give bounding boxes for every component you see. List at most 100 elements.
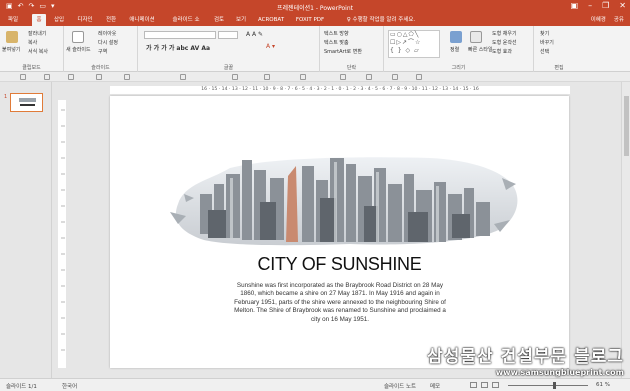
font-group-label: 글꼴 [223,65,234,71]
cut-button[interactable]: 잘라내기 [28,30,46,37]
toolbar-icon-9[interactable] [300,74,306,80]
new-slide-button[interactable]: 새 슬라이드 [66,46,91,53]
watermark-title: 삼성물산 건설부문 블로그 [427,347,624,367]
toolbar-icon-11[interactable] [366,74,372,80]
font-size-field[interactable] [218,31,238,39]
shape-fill-button[interactable]: 도형 채우기 [492,30,517,37]
toolbar-icon-5[interactable] [124,74,130,80]
section-button[interactable]: 구역 [98,48,107,55]
drawing-group: ▭○△⬠╲ ☐▷↗⌒☆{ } ◇ ▱ 정렬 빠른 스타일 도형 채우기 도형 윤곽… [384,26,534,72]
toolbar-icon-3[interactable] [68,74,74,80]
close-icon[interactable]: ✕ [619,1,626,10]
quick-styles-button[interactable]: 빠른 스타일 [468,46,493,53]
select-button[interactable]: 선택 [540,48,549,55]
text-direction-button[interactable]: 텍스트 방향 [324,30,349,37]
toolbar-icon-4[interactable] [96,74,102,80]
tab-view[interactable]: 보기 [234,14,248,26]
font-size-controls-icon[interactable]: A A ✎ [246,31,263,38]
slide-canvas[interactable]: CITY OF SUNSHINE Sunshine was first inco… [110,96,569,368]
slide-thumbnail-pane: 1 [0,82,52,378]
editing-group-label: 편집 [554,65,564,71]
paragraph-group: 텍스트 방향 텍스트 맞춤 SmartArt로 변환 단락 [320,26,384,72]
paste-icon[interactable] [6,31,18,43]
slides-group: 새 슬라이드 레이아웃 다시 설정 구역 슬라이드 [64,26,138,72]
toolbar-icon-8[interactable] [264,74,270,80]
user-area: 이혜경 공유 [591,14,624,26]
tab-review[interactable]: 검토 [212,14,226,26]
slide-thumbnail[interactable] [10,93,43,112]
tab-transitions[interactable]: 전환 [104,14,118,26]
clipboard-group: 붙여넣기 잘라내기 복사 서식 복사 클립보드 [0,26,64,72]
thumbnail-number: 1 [4,94,8,100]
font-color-icon[interactable]: A ▾ [266,43,275,50]
tab-foxit-pdf[interactable]: FOXIT PDF [294,14,326,26]
horizontal-ruler: 16 · 15 · 14 · 13 · 12 · 11 · 10 · 9 · 8… [110,86,570,94]
zoom-level[interactable]: 61 % [596,382,610,388]
drawing-group-label: 그리기 [451,65,466,71]
clipboard-group-label: 클립보드 [22,65,41,71]
share-button[interactable]: 공유 [614,14,624,26]
title-bar: ▣ ↶ ↷ ▭ ▾ 프레젠테이션1 - PowerPoint ▣ – ❐ ✕ [0,0,630,14]
arrange-icon[interactable] [450,31,462,43]
format-painter-button[interactable]: 서식 복사 [28,48,48,55]
restore-icon[interactable]: ❐ [602,1,609,10]
reset-button[interactable]: 다시 설정 [98,39,118,46]
toolbar-icon-7[interactable] [232,74,238,80]
toolbar-icon-2[interactable] [44,74,50,80]
shape-effects-button[interactable]: 도형 효과 [492,48,512,55]
notes-button[interactable]: 슬라이드 노트 [384,382,416,390]
find-button[interactable]: 찾기 [540,30,549,37]
reading-view-icon[interactable] [492,382,499,388]
copy-button[interactable]: 복사 [28,39,37,46]
thumbnail-image [19,98,36,102]
vertical-scrollbar[interactable] [621,82,630,378]
tab-acrobat[interactable]: ACROBAT [256,14,286,26]
tab-design[interactable]: 디자인 [74,14,96,26]
thumbnail-title-line [20,104,35,106]
slide-title[interactable]: CITY OF SUNSHINE [110,254,569,275]
tab-file[interactable]: 파일 [4,14,22,26]
new-slide-icon[interactable] [72,31,84,43]
tab-insert[interactable]: 삽입 [52,14,66,26]
normal-view-icon[interactable] [470,382,477,388]
zoom-slider[interactable] [508,385,588,386]
toolbar-icon-6[interactable] [180,74,186,80]
bold-icon[interactable]: 가 가 가 가 abc AV Aa [146,43,210,52]
slides-group-label: 슬라이드 [91,65,110,71]
align-text-button[interactable]: 텍스트 맞춤 [324,39,349,46]
toolbar-icon-10[interactable] [340,74,346,80]
minimize-icon[interactable]: – [588,1,592,10]
scrollbar-thumb[interactable] [624,96,629,156]
tab-home[interactable]: 홈 [32,14,46,26]
ribbon-display-icon[interactable]: ▣ [571,1,579,10]
toolbar-icon-13[interactable] [416,74,422,80]
blog-watermark: 삼성물산 건설부문 블로그 www.samsungblueprint.com [427,342,624,377]
comments-button[interactable]: 메모 [430,382,440,390]
city-skyline-image[interactable] [150,154,530,250]
zoom-slider-handle[interactable] [553,382,556,389]
paste-button[interactable]: 붙여넣기 [2,46,20,53]
quick-styles-icon[interactable] [470,31,482,43]
toolbar-icon-12[interactable] [392,74,398,80]
shape-outline-button[interactable]: 도형 윤곽선 [492,39,517,46]
shapes-gallery[interactable]: ▭○△⬠╲ ☐▷↗⌒☆{ } ◇ ▱ [388,30,440,58]
watermark-url: www.samsungblueprint.com [495,368,624,377]
arrange-button[interactable]: 정렬 [450,46,459,53]
replace-button[interactable]: 바꾸기 [540,39,554,46]
language-indicator[interactable]: 한국어 [62,382,77,390]
layout-button[interactable]: 레이아웃 [98,30,116,37]
slide-body-text[interactable]: Sunshine was first incorporated as the B… [230,282,450,324]
font-name-field[interactable] [144,31,216,39]
slide-sorter-icon[interactable] [481,382,488,388]
ribbon-tabs: 파일 홈 삽입 디자인 전환 애니메이션 슬라이드 쇼 검토 보기 ACROBA… [0,14,630,26]
vertical-ruler [58,100,66,368]
view-buttons [470,382,499,388]
user-name[interactable]: 이혜경 [591,14,606,26]
tell-me-search[interactable]: ♀ 수행할 작업을 알려 주세요. [336,14,426,26]
paragraph-group-label: 단락 [346,65,357,71]
tab-animations[interactable]: 애니메이션 [124,14,160,26]
status-bar: 슬라이드 1/1 한국어 슬라이드 노트 메모 61 % [0,378,630,391]
tab-slide-show[interactable]: 슬라이드 쇼 [168,14,204,26]
toolbar-icon-1[interactable] [20,74,26,80]
convert-smartart-button[interactable]: SmartArt로 변환 [324,48,362,55]
